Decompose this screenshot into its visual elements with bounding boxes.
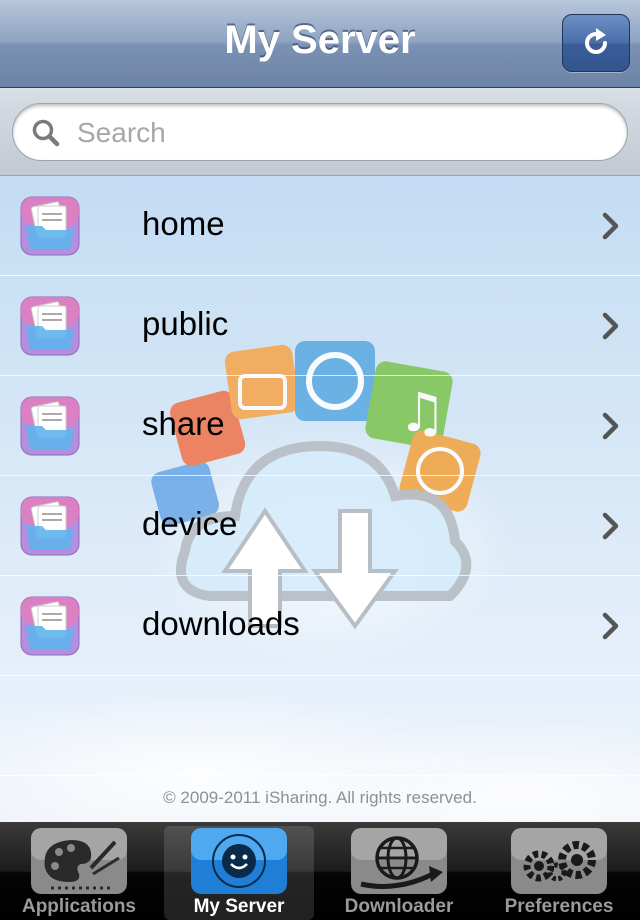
chevron-right-icon [602, 212, 619, 240]
palette-icon [31, 828, 127, 894]
tab-preferences[interactable]: Preferences [484, 826, 634, 920]
tab-bar: Applications My Server Downloader Prefer… [0, 822, 640, 920]
folder-row-public[interactable]: public [0, 276, 640, 376]
folder-label: public [142, 305, 229, 342]
folder-row-downloads[interactable]: downloads [0, 576, 640, 676]
navigation-bar: My Server [0, 0, 640, 88]
refresh-icon [585, 28, 607, 54]
folder-row-home[interactable]: home [0, 176, 640, 276]
chevron-right-icon [602, 412, 619, 440]
tab-applications[interactable]: Applications [4, 826, 154, 920]
tab-label: Applications [21, 896, 136, 917]
chevron-right-icon [602, 612, 619, 640]
folder-icon [20, 396, 80, 456]
empty-row [0, 676, 640, 776]
tab-downloader[interactable]: Downloader [324, 826, 474, 920]
folder-row-device[interactable]: device [0, 476, 640, 576]
gears-icon [511, 828, 607, 894]
tab-label: Preferences [504, 896, 614, 917]
network-attached-smiley-icon [191, 828, 287, 894]
folder-icon [20, 496, 80, 556]
tab-label: My Server [193, 896, 285, 917]
tab-label: Downloader [344, 896, 454, 917]
search-input[interactable] [75, 112, 609, 154]
folder-icon [20, 196, 80, 256]
chevron-right-icon [602, 312, 619, 340]
page-title: My Server [224, 18, 416, 62]
folder-row-share[interactable]: share [0, 376, 640, 476]
folder-icon [20, 296, 80, 356]
globe-icon [351, 828, 447, 894]
search-bar [0, 88, 640, 176]
chevron-right-icon [602, 512, 619, 540]
folder-label: home [142, 205, 225, 242]
refresh-button[interactable] [562, 14, 630, 72]
copyright-text: © 2009-2011 iSharing. All rights reserve… [163, 788, 477, 807]
folder-label: downloads [142, 605, 300, 642]
tab-my-server[interactable]: My Server [164, 826, 314, 920]
search-icon [32, 119, 60, 147]
folder-list-area: ♫ home public share device downloads © 2… [0, 176, 640, 822]
search-field[interactable] [12, 103, 628, 161]
folder-label: device [142, 505, 238, 542]
folder-icon [20, 596, 80, 656]
folder-label: share [142, 405, 225, 442]
